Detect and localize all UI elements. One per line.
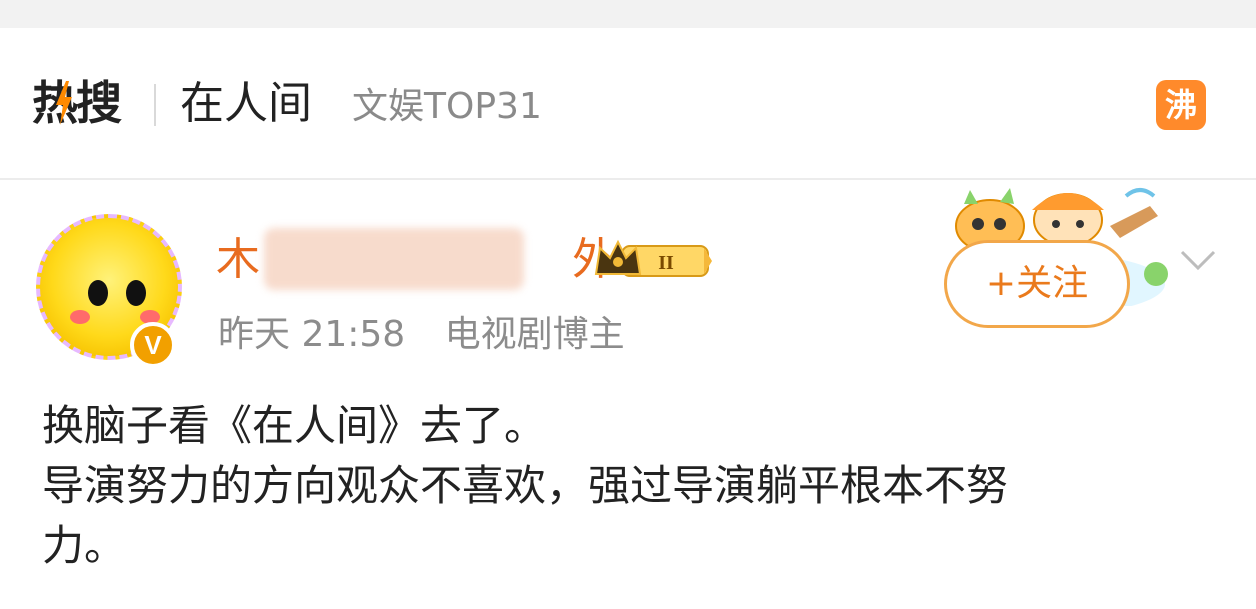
- avatar-cheek-left: [70, 310, 90, 324]
- hat-mascot-icon: [1032, 193, 1104, 247]
- post-line: 力。: [42, 521, 127, 570]
- author-tag: 电视剧博主: [444, 314, 625, 355]
- name-blur-mask: [264, 228, 524, 290]
- crown-icon[interactable]: II: [592, 238, 714, 284]
- post-time: 昨天 21:58: [218, 314, 406, 355]
- status-strip: [0, 0, 1256, 28]
- follow-button[interactable]: +关注: [944, 240, 1130, 328]
- hot-search-logo-text: 热搜: [32, 76, 122, 130]
- post-content: 换脑子看《在人间》去了。 导演努力的方向观众不喜欢，强过导演躺平根本不努 力。: [42, 396, 1232, 576]
- post-line: 换脑子看《在人间》去了。: [42, 401, 547, 450]
- avatar-eye-right: [126, 280, 146, 306]
- header-divider: [154, 84, 156, 126]
- level-badge-text: II: [658, 252, 674, 274]
- topic-rank: 文娱TOP31: [352, 86, 542, 127]
- hot-search-logo[interactable]: 热搜: [32, 75, 122, 131]
- post-line: 导演努力的方向观众不喜欢，强过导演躺平根本不努: [42, 461, 1009, 510]
- verified-v-icon: V: [130, 322, 176, 368]
- topic-title[interactable]: 在人间: [180, 76, 312, 132]
- status-badge: 沸: [1156, 80, 1206, 130]
- chevron-down-icon[interactable]: [1178, 244, 1218, 274]
- hot-bolt-icon: [56, 81, 72, 125]
- hot-search-header: 热搜 在人间 文娱TOP31 沸: [0, 28, 1256, 178]
- post-meta: 昨天 21:58 电视剧博主: [218, 312, 625, 358]
- author-name-start: 木: [216, 234, 260, 285]
- divider: [0, 178, 1256, 180]
- avatar-eye-left: [88, 280, 108, 306]
